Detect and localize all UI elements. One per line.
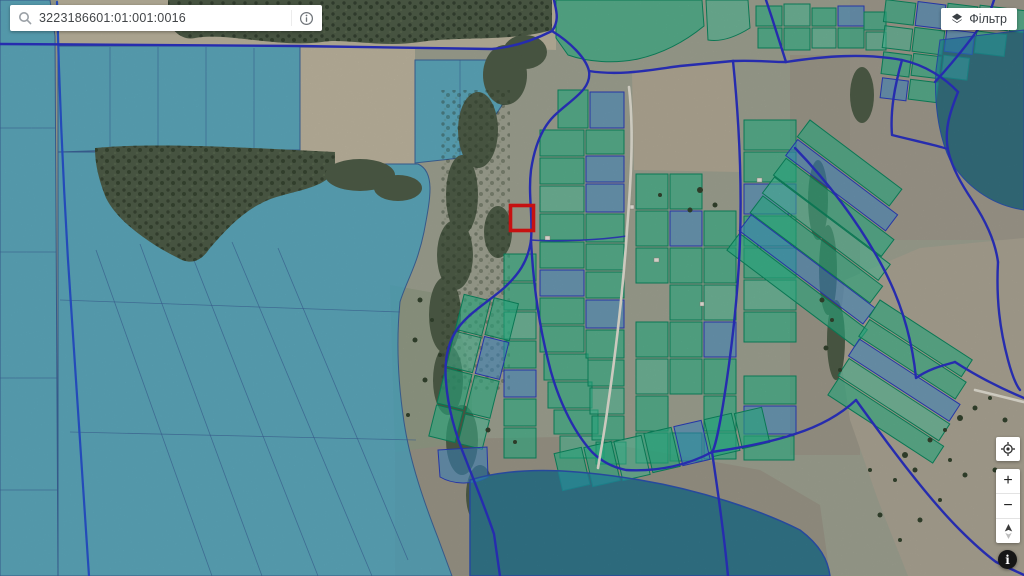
search-icon	[18, 11, 32, 25]
zoom-control-panel: + −	[996, 469, 1020, 543]
layers-icon	[951, 13, 963, 25]
satellite-grain-texture	[0, 0, 1024, 576]
zoom-in-button[interactable]: +	[996, 469, 1020, 493]
locate-button[interactable]	[996, 437, 1020, 461]
north-arrow-icon	[1001, 523, 1016, 540]
compass-button[interactable]	[996, 518, 1020, 543]
map-canvas[interactable]	[0, 0, 1024, 576]
filter-button-label: Фільтр	[969, 12, 1007, 26]
info-fab-button[interactable]: i	[998, 550, 1017, 569]
crosshair-icon	[1000, 441, 1016, 457]
search-bar[interactable]	[10, 5, 322, 31]
info-fab-label: i	[1005, 553, 1010, 567]
filter-button[interactable]: Фільтр	[941, 8, 1017, 30]
search-input[interactable]	[39, 11, 284, 25]
search-bar-divider	[291, 10, 292, 26]
zoom-out-button[interactable]: −	[996, 493, 1020, 518]
info-circle-icon[interactable]	[299, 11, 314, 26]
